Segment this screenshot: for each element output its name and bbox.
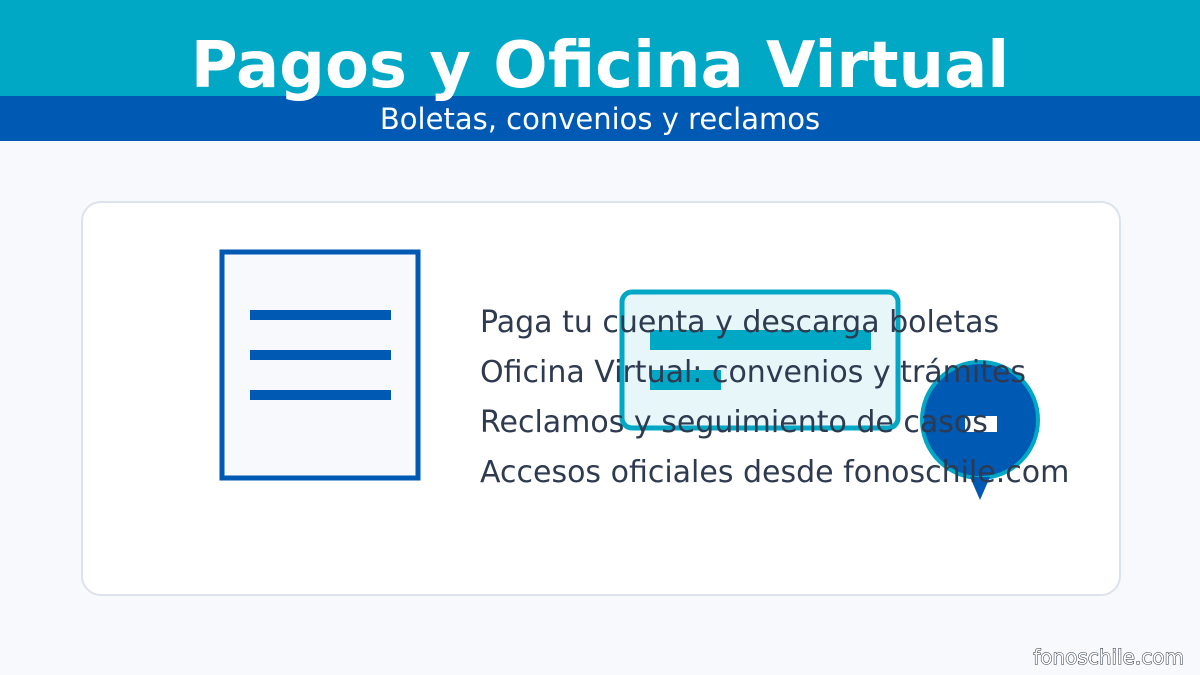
feature-item-virtual-office: Oficina Virtual: convenios y trámites [480,355,1027,390]
document-icon [219,249,421,481]
feature-item-payments: Paga tu cuenta y descarga boletas [480,305,1000,340]
feature-item-claims: Reclamos y seguimiento de casos [480,405,988,440]
feature-item-official-access: Accesos oficiales desde fonoschile.com [480,455,1070,490]
feature-list: Paga tu cuenta y descarga boletas Oficin… [480,298,1069,498]
site-credit: fonoschile.com [1033,645,1185,670]
